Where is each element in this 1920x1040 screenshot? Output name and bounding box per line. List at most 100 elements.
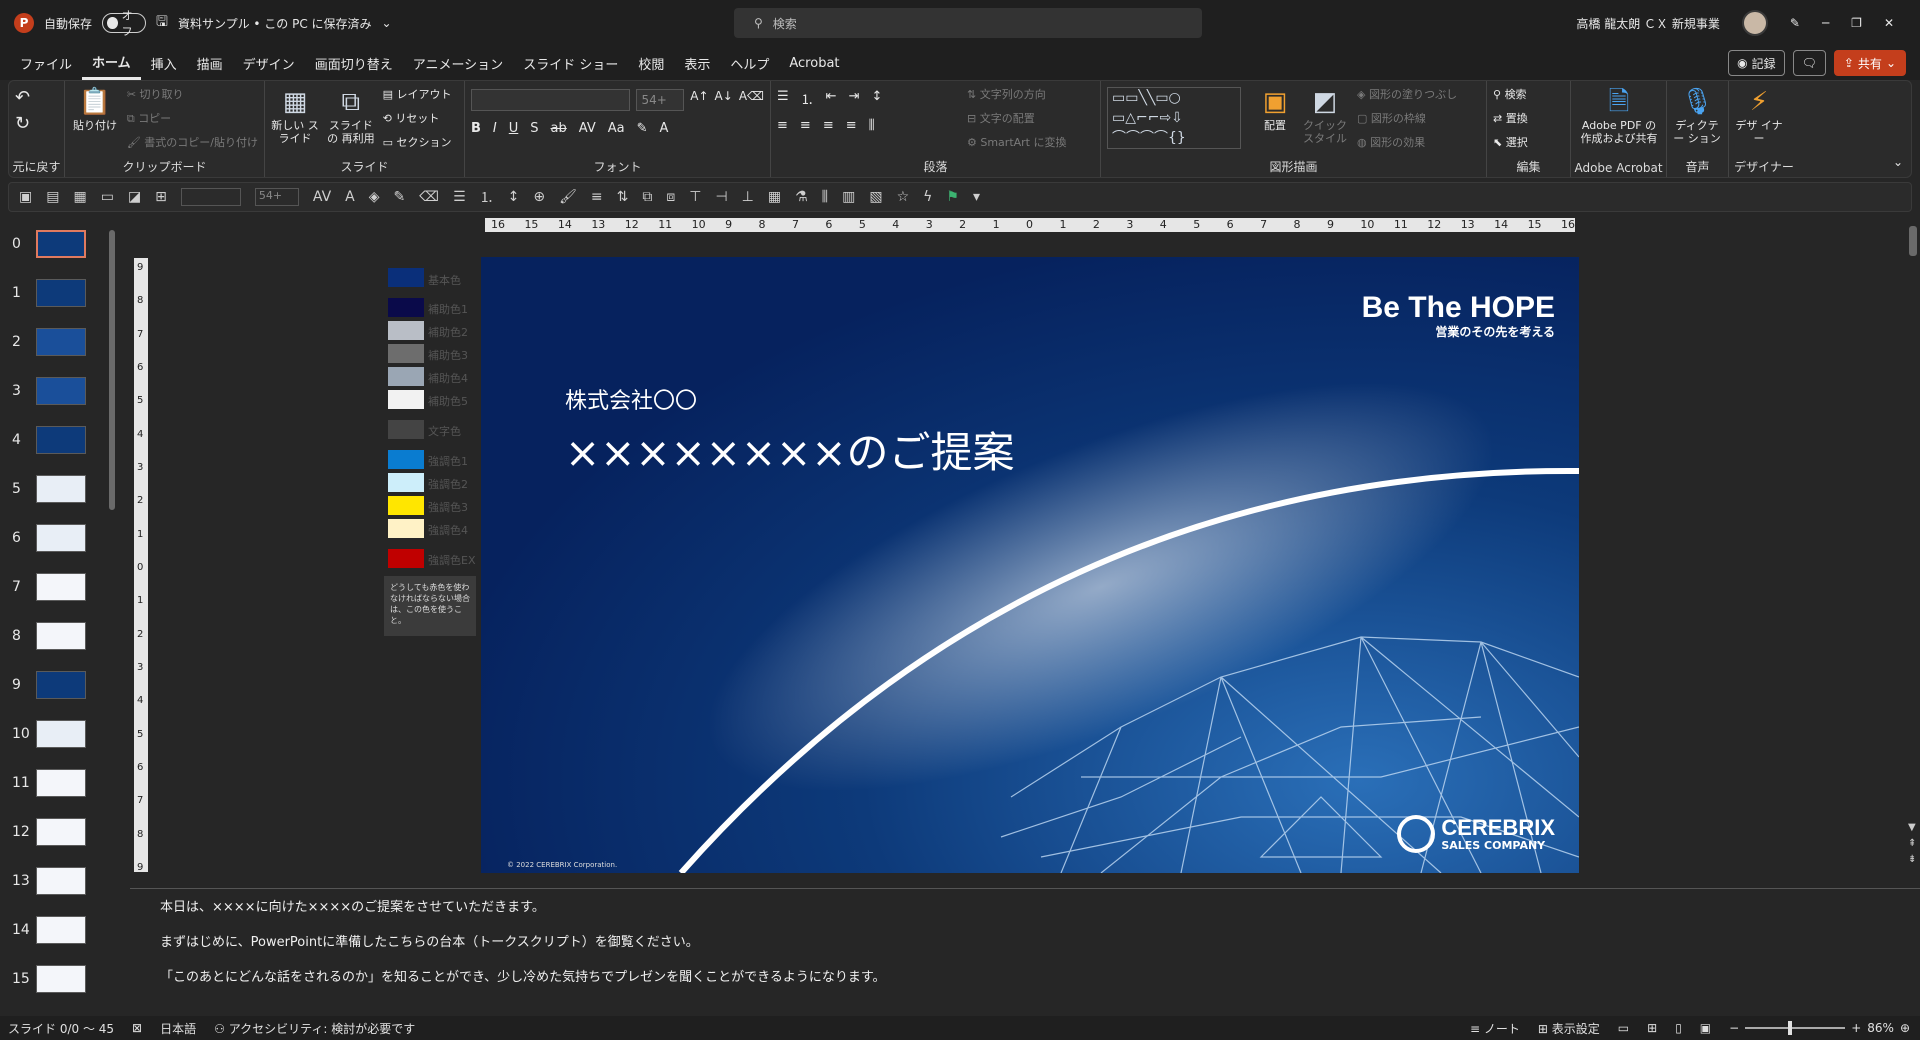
toolbar-eraser-icon[interactable]: ⌫ (419, 189, 439, 205)
scroll-arrows-icon[interactable]: ▼ ⇞ ⇟ (1908, 820, 1916, 868)
toolbar-fill-icon[interactable]: ◈ (369, 189, 380, 205)
underline-icon[interactable]: U (509, 121, 519, 136)
thumbnail-10[interactable]: 10 (0, 720, 110, 760)
toolbar-columns-icon[interactable]: ⫼ (822, 189, 828, 205)
reading-view-icon[interactable]: ▯ (1675, 1021, 1682, 1035)
reuse-slides-button[interactable]: ⧉ スライドの 再利用 (327, 85, 375, 145)
designer-button[interactable]: ⚡ デザ イナー (1735, 85, 1783, 145)
swatch-accent4[interactable] (388, 519, 424, 538)
sorter-view-icon[interactable]: ⊞ (1647, 1021, 1657, 1035)
language-indicator[interactable]: 日本語 (160, 1020, 196, 1037)
spelling-icon[interactable]: ⊠ (132, 1021, 142, 1035)
menu-help[interactable]: ヘルプ (720, 46, 779, 80)
thumbnail-0[interactable]: 0 (0, 230, 110, 270)
fit-slide-icon[interactable]: ⊕ (1900, 1021, 1910, 1035)
thumbnail-2[interactable]: 2 (0, 328, 110, 368)
char-spacing-icon[interactable]: AV (579, 121, 596, 136)
swatch-accent2[interactable] (388, 473, 424, 492)
chevron-down-icon[interactable]: ⌄ (382, 16, 392, 30)
dictate-button[interactable]: 🎙 ディクテー ション (1673, 85, 1721, 145)
document-title[interactable]: 資料サンプル • この PC に保存済み (178, 15, 372, 32)
format-painter-button[interactable]: 🖌 書式のコピー/貼り付け (127, 133, 258, 153)
zoom-out-icon[interactable]: − (1729, 1021, 1739, 1035)
numbering-icon[interactable]: ⒈ (801, 89, 814, 108)
thumbnail-12[interactable]: 12 (0, 818, 110, 858)
clear-format-icon[interactable]: A⌫ (739, 89, 764, 111)
select-button[interactable]: ⬉ 選択 (1493, 133, 1528, 153)
record-button[interactable]: ◉ 記録 (1728, 50, 1785, 76)
thumbnail-4[interactable]: 4 (0, 426, 110, 466)
increase-indent-icon[interactable]: ⇥ (849, 89, 860, 108)
columns-icon[interactable]: ⫼ (869, 118, 875, 133)
toolbar-lines-icon[interactable]: ≡ (591, 189, 603, 205)
increase-font-icon[interactable]: A↑ (690, 89, 708, 111)
toolbar-layout-icon[interactable]: ▤ (46, 189, 59, 205)
toolbar-brush-icon[interactable]: 🖌 (559, 189, 577, 205)
toolbar-size-select[interactable]: 54+ (254, 188, 299, 206)
toolbar-align-icon[interactable]: ⊕ (533, 189, 545, 205)
copy-button[interactable]: ⧉ コピー (127, 109, 258, 129)
thumbnail-5[interactable]: 5 (0, 475, 110, 515)
slide-scrollbar[interactable]: ▼ ⇞ ⇟ (1906, 220, 1920, 870)
thumbnail-7[interactable]: 7 (0, 573, 110, 613)
toolbar-grid-icon[interactable]: ▦ (768, 189, 781, 205)
thumbnail-9[interactable]: 9 (0, 671, 110, 711)
toolbar-star-icon[interactable]: ☆ (897, 189, 910, 205)
justify-icon[interactable]: ≡ (846, 118, 857, 133)
menu-home[interactable]: ホーム (82, 46, 141, 80)
toolbar-flag-icon[interactable]: ⚑ (946, 189, 959, 205)
redo-icon[interactable]: ↻ (15, 111, 58, 137)
font-size-select[interactable]: 54+ (636, 89, 685, 111)
toolbar-table-icon[interactable]: ⊞ (155, 189, 167, 205)
save-icon[interactable]: 🖫 (156, 11, 168, 35)
smartart-button[interactable]: ⚙ SmartArt に変換 (967, 133, 1067, 153)
shapes-gallery[interactable]: ▭▭╲╲▭○ ▭△⌐⌐⇨⇩ ⌒⌒⌒⌒{} (1107, 87, 1241, 149)
minimize-icon[interactable]: ─ (1822, 16, 1829, 30)
toolbar-chart-icon[interactable]: ▥ (842, 189, 855, 205)
align-right-icon[interactable]: ≡ (823, 118, 834, 133)
shape-effects-button[interactable]: ◍ 図形の効果 (1357, 133, 1457, 153)
toolbar-align-top-icon[interactable]: ⊤ (689, 189, 701, 205)
toolbar-dropper-icon[interactable]: ⚗ (795, 189, 808, 205)
line-spacing-icon[interactable]: ↕ (871, 89, 882, 108)
toolbar-align-middle-icon[interactable]: ⊣ (715, 189, 727, 205)
menu-design[interactable]: デザイン (233, 46, 305, 80)
bold-icon[interactable]: B (471, 121, 481, 136)
thumbnail-6[interactable]: 6 (0, 524, 110, 564)
menu-insert[interactable]: 挿入 (141, 46, 187, 80)
slide-title[interactable]: ××××××××のご提案 (565, 419, 1015, 480)
create-pdf-button[interactable]: 🗎 Adobe PDF の 作成および共有 (1577, 85, 1661, 145)
menu-review[interactable]: 校閲 (628, 46, 674, 80)
thumbnail-15[interactable]: 15 (0, 965, 110, 1005)
slide-canvas[interactable]: Be The HOPE 営業のその先を考える 株式会社〇〇 ××××××××のご… (481, 257, 1579, 873)
thumbnail-14[interactable]: 14 (0, 916, 110, 956)
user-name[interactable]: 高橋 龍太朗 ＣＸ 新規事業 (1576, 15, 1719, 32)
menu-animations[interactable]: アニメーション (403, 46, 513, 80)
toolbar-image-icon[interactable]: ▧ (869, 189, 882, 205)
layout-button[interactable]: ▤ レイアウト (383, 85, 452, 105)
highlight-icon[interactable]: ✎ (637, 121, 648, 136)
align-left-icon[interactable]: ≡ (777, 118, 788, 133)
menu-slideshow[interactable]: スライド ショー (513, 46, 628, 80)
thumbnail-13[interactable]: 13 (0, 867, 110, 907)
menu-view[interactable]: 表示 (674, 46, 720, 80)
zoom-slider-thumb[interactable] (1788, 1021, 1793, 1035)
swatch-sub3[interactable] (388, 344, 424, 363)
italic-icon[interactable]: I (493, 121, 497, 136)
pen-icon[interactable]: ✎ (1790, 16, 1800, 30)
search-box[interactable]: ⚲ 検索 (734, 8, 1202, 38)
toolbar-shapes-icon[interactable]: ◪ (128, 189, 141, 205)
menu-acrobat[interactable]: Acrobat (779, 46, 849, 80)
shape-fill-button[interactable]: ◈ 図形の塗りつぶし (1357, 85, 1457, 105)
menu-transitions[interactable]: 画面切り替え (305, 46, 403, 80)
menu-draw[interactable]: 描画 (187, 46, 233, 80)
notes-button[interactable]: ≡ ノート (1470, 1020, 1520, 1037)
new-slide-button[interactable]: ▦ 新しい スライド (271, 85, 319, 145)
paste-button[interactable]: 📋 貼り付け (71, 85, 119, 132)
zoom-in-icon[interactable]: + (1851, 1021, 1861, 1035)
font-name-select[interactable] (471, 89, 631, 111)
menu-file[interactable]: ファイル (10, 46, 82, 80)
strikethrough-icon[interactable]: ab (551, 121, 567, 136)
share-button[interactable]: ⇪ 共有 ⌄ (1833, 50, 1906, 76)
swatch-sub2[interactable] (388, 321, 424, 340)
